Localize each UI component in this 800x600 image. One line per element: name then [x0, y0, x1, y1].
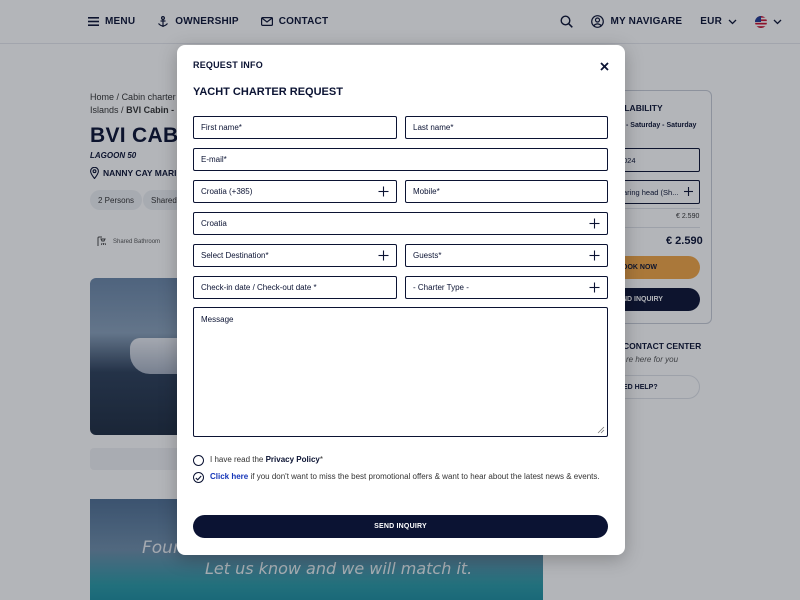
- message-textarea[interactable]: Message: [193, 307, 608, 437]
- country-value: Croatia: [201, 219, 227, 228]
- last-name-field[interactable]: Last name*: [405, 116, 608, 139]
- destination-select[interactable]: Select Destination*: [193, 244, 397, 267]
- close-button[interactable]: [595, 57, 613, 75]
- plus-icon: [377, 185, 390, 198]
- modal-heading: REQUEST INFO: [193, 60, 263, 70]
- email-field[interactable]: E-mail*: [193, 148, 608, 171]
- privacy-checkbox[interactable]: [193, 455, 204, 466]
- privacy-required-mark: *: [319, 455, 323, 464]
- click-here-link[interactable]: Click here: [210, 472, 248, 481]
- guests-select[interactable]: Guests*: [405, 244, 608, 267]
- newsletter-description: if you don't want to miss the best promo…: [248, 472, 600, 481]
- newsletter-text: Click here if you don't want to miss the…: [210, 471, 600, 484]
- date-range-field[interactable]: Check-in date / Check-out date *: [193, 276, 397, 299]
- mobile-field[interactable]: Mobile*: [405, 180, 608, 203]
- plus-icon: [588, 281, 601, 294]
- plus-icon: [377, 249, 390, 262]
- newsletter-opt-out: Click here if you don't want to miss the…: [193, 471, 603, 484]
- privacy-prefix: I have read the: [210, 455, 266, 464]
- privacy-policy-link[interactable]: Privacy Policy: [266, 455, 320, 464]
- country-select[interactable]: Croatia: [193, 212, 608, 235]
- close-icon: [599, 61, 609, 71]
- first-name-field[interactable]: First name*: [193, 116, 397, 139]
- charter-type-value: - Charter Type -: [413, 283, 469, 292]
- destination-value: Select Destination*: [201, 251, 269, 260]
- plus-icon: [588, 217, 601, 230]
- privacy-consent: I have read the Privacy Policy*: [193, 454, 323, 467]
- phone-code-value: Croatia (+385): [201, 187, 253, 196]
- send-inquiry-button[interactable]: SEND INQUIRY: [193, 515, 608, 538]
- newsletter-checkbox[interactable]: [193, 472, 204, 483]
- plus-icon: [588, 249, 601, 262]
- guests-value: Guests*: [413, 251, 442, 260]
- request-info-modal: REQUEST INFO YACHT CHARTER REQUEST First…: [177, 45, 625, 555]
- charter-type-select[interactable]: - Charter Type -: [405, 276, 608, 299]
- resize-handle-icon[interactable]: [597, 426, 605, 434]
- phone-code-select[interactable]: Croatia (+385): [193, 180, 397, 203]
- privacy-text: I have read the Privacy Policy*: [210, 454, 323, 467]
- check-icon: [195, 475, 202, 481]
- form-title: YACHT CHARTER REQUEST: [193, 86, 343, 98]
- message-placeholder: Message: [201, 315, 234, 324]
